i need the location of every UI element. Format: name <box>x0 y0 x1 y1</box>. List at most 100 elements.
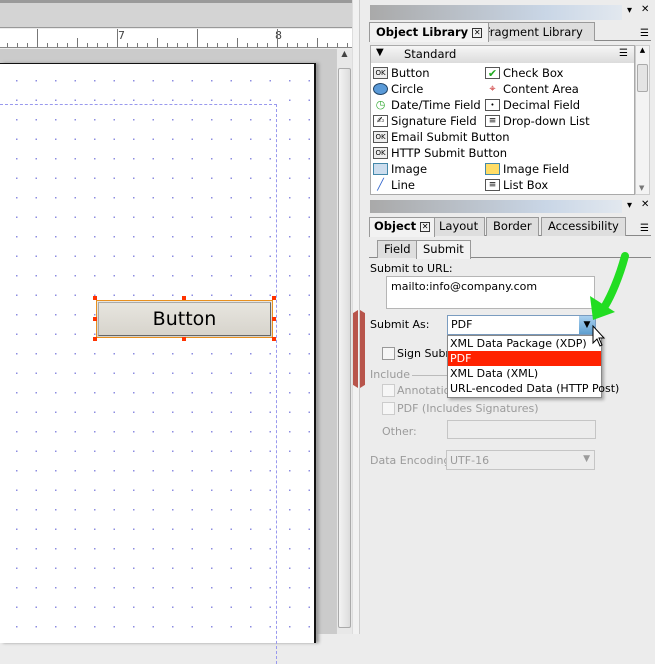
panel-menu-arrow-icon[interactable]: ▾ <box>627 200 632 211</box>
data-encoding-value: UTF-16 <box>450 454 490 467</box>
canvas-button-label: Button <box>98 302 271 336</box>
tab-object-library[interactable]: Object Library ✕ <box>369 22 490 42</box>
crosshair-icon: ⌖ <box>489 82 496 95</box>
tab-accessibility[interactable]: Accessibility <box>541 217 626 236</box>
data-encoding-label: Data Encoding: <box>370 454 455 467</box>
tab-border[interactable]: Border <box>486 217 539 236</box>
tab-label: Fragment Library <box>484 25 583 39</box>
panel-close-icon[interactable]: ✕ <box>641 4 649 15</box>
sign-submission-checkbox[interactable] <box>382 347 395 360</box>
canvas-vertical-scrollbar[interactable]: ▲ <box>336 49 352 634</box>
dropdown-arrow-icon[interactable]: ▼ <box>583 454 590 464</box>
pdf-signatures-label: PDF (Includes Signatures) <box>397 402 539 415</box>
library-item-signature[interactable]: ✍ Signature Field <box>373 113 477 129</box>
panel-close-icon[interactable]: ✕ <box>641 199 649 210</box>
collapse-triangle-icon[interactable]: ▼ <box>376 47 384 58</box>
annotation-arrow-icon <box>590 252 629 347</box>
page[interactable] <box>0 63 316 664</box>
option-xdp[interactable]: XML Data Package (XDP) <box>448 336 601 351</box>
mouse-cursor-icon <box>592 324 606 347</box>
close-tab-icon[interactable]: ✕ <box>472 27 483 38</box>
library-item-email-submit[interactable]: OK Email Submit Button <box>373 129 510 145</box>
submit-url-value: mailto:info@company.com <box>391 280 538 293</box>
list-box-icon: ≡ <box>485 179 500 191</box>
subtab-submit[interactable]: Submit <box>416 240 471 259</box>
canvas-button-object[interactable]: Button <box>96 300 273 338</box>
ruler-tick <box>287 43 288 47</box>
submit-as-value: PDF <box>451 318 473 331</box>
image-field-icon <box>485 163 500 175</box>
ruler-tick <box>277 29 278 47</box>
horizontal-ruler: 7 8 <box>0 29 352 48</box>
scroll-up-icon[interactable]: ▲ <box>337 49 352 58</box>
category-menu-icon[interactable]: ☰ <box>619 48 628 59</box>
category-header[interactable]: ▼ Standard ☰ <box>371 46 634 63</box>
ruler-tick <box>187 43 188 47</box>
button-icon: OK <box>373 131 388 143</box>
library-scrollbar[interactable]: ▲ ▼ <box>635 45 650 195</box>
tab-fragment-library[interactable]: Fragment Library <box>477 22 595 41</box>
tab-menu-icon[interactable]: ☰ <box>640 223 649 234</box>
pdf-signatures-checkbox[interactable] <box>382 402 395 415</box>
ruler-tick <box>127 43 128 47</box>
scroll-up-icon: ▲ <box>639 46 646 54</box>
library-item-image-field[interactable]: Image Field <box>485 161 569 177</box>
other-input[interactable] <box>447 420 596 439</box>
button-icon: OK <box>373 67 388 79</box>
ruler-tick <box>217 43 218 47</box>
option-xml[interactable]: XML Data (XML) <box>448 366 601 381</box>
ruler-tick <box>297 43 298 47</box>
ruler-tick <box>267 43 268 47</box>
library-item-checkbox[interactable]: ✔ Check Box <box>485 65 563 81</box>
library-item-list-box[interactable]: ≡ List Box <box>485 177 548 193</box>
scrollbar-thumb[interactable] <box>637 64 648 92</box>
ruler-tick <box>117 29 118 47</box>
ruler-tick <box>207 43 208 47</box>
panel-menu-arrow-icon[interactable]: ▾ <box>627 5 632 16</box>
library-item-decimal[interactable]: • Decimal Field <box>485 97 580 113</box>
object-library-list: ▼ Standard ☰ OK Button Circle ◷ Date/Time … <box>370 45 635 195</box>
splitter-collapse-grip[interactable] <box>353 310 365 388</box>
ruler-tick <box>337 43 338 47</box>
subtab-field[interactable]: Field <box>377 240 418 258</box>
scroll-down-icon: ▼ <box>639 184 645 192</box>
option-url-encoded[interactable]: URL-encoded Data (HTTP Post) <box>448 381 619 396</box>
annotations-label: Annotatio <box>397 384 451 397</box>
tab-object[interactable]: Object ✕ <box>369 217 436 237</box>
other-label: Other: <box>382 425 417 438</box>
library-item-line[interactable]: ╱ Line <box>373 177 415 193</box>
ruler-tick <box>317 38 318 47</box>
divider <box>412 375 447 376</box>
design-canvas[interactable]: Button <box>0 49 336 664</box>
button-icon: OK <box>373 147 388 159</box>
ruler-tick <box>7 43 8 47</box>
ruler-tick <box>67 43 68 47</box>
ruler-tick <box>177 43 178 47</box>
close-tab-icon[interactable]: ✕ <box>420 221 431 232</box>
library-item-image[interactable]: Image <box>373 161 427 177</box>
library-item-content-area[interactable]: ⌖ Content Area <box>485 81 578 97</box>
toolbar-strip <box>0 0 352 28</box>
tab-menu-icon[interactable]: ☰ <box>640 28 649 39</box>
library-item-http-submit[interactable]: OK HTTP Submit Button <box>373 145 507 161</box>
object-tabs: Object ✕ Layout Border Accessibility ☰ <box>369 217 651 237</box>
ruler-tick <box>87 43 88 47</box>
ruler-tick <box>37 29 38 47</box>
ruler-tick <box>237 38 238 47</box>
library-item-button[interactable]: OK Button <box>373 65 430 81</box>
library-item-circle[interactable]: Circle <box>373 81 423 97</box>
ruler-tick <box>227 43 228 47</box>
annotations-checkbox[interactable] <box>382 384 395 397</box>
submit-url-input[interactable]: mailto:info@company.com <box>386 276 595 309</box>
tab-layout[interactable]: Layout <box>432 217 486 236</box>
submit-as-select[interactable]: PDF ▼ <box>447 315 596 335</box>
submit-as-label: Submit As: <box>370 318 430 331</box>
scrollbar-thumb[interactable] <box>338 68 351 628</box>
option-pdf[interactable]: PDF <box>448 351 601 366</box>
content-area-boundary <box>0 104 277 664</box>
ruler-tick <box>147 43 148 47</box>
library-item-dropdown[interactable]: ≡ Drop-down List <box>485 113 590 129</box>
data-encoding-select[interactable]: UTF-16 ▼ <box>446 450 595 470</box>
ruler-tick <box>47 43 48 47</box>
library-item-datetime[interactable]: ◷ Date/Time Field <box>373 97 481 113</box>
